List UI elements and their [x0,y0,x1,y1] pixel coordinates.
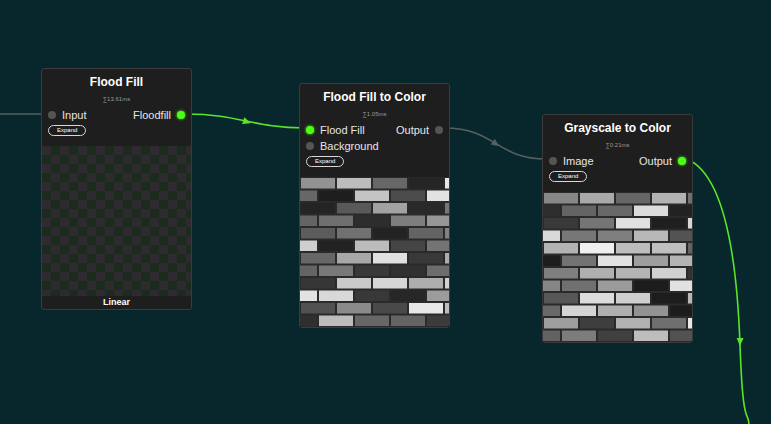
node-footer: Linear [42,296,191,309]
edge-arrow-icon [242,117,252,126]
node-title: Grayscale to Color [543,115,692,139]
node-title: Flood Fill to Color [300,84,449,108]
node-canvas[interactable]: Flood Fill∑13.61msInputFloodfillExpandLi… [0,0,771,424]
port-row: Flood Fill Output [300,122,449,138]
input-port-icon[interactable] [306,126,314,134]
checker-preview [42,146,191,296]
output-label: Output [396,124,429,136]
input-port-icon[interactable] [549,157,557,165]
edge[interactable] [444,128,547,159]
input-label: Flood Fill [320,124,365,136]
node-preview [42,146,191,296]
graph-node[interactable]: Flood Fill∑13.61ms Input Floodfill Expand Li… [41,68,192,310]
node-timing: ∑0.21ms [543,139,692,151]
port-row: Input Floodfill [42,107,191,123]
node-timing: ∑1.05ms [300,108,449,120]
output-label: Output [639,155,672,167]
port-row: Background [300,138,449,154]
expand-button[interactable]: Expand [306,156,344,167]
node-preview [300,177,449,327]
brick-preview [543,192,692,342]
input-label: Background [320,140,379,152]
output-port-icon[interactable] [678,157,686,165]
node-preview [543,192,692,342]
graph-node[interactable]: Flood Fill to Color∑1.05ms Flood Fill Outp… [299,83,450,328]
node-title: Flood Fill [42,69,191,93]
expand-button[interactable]: Expand [549,171,587,182]
input-port-icon[interactable] [306,142,314,150]
output-port-icon[interactable] [435,126,443,134]
edge-arrow-icon [491,139,502,149]
brick-preview [300,177,449,327]
edge[interactable] [687,159,749,424]
expand-button[interactable]: Expand [48,125,86,136]
input-port-icon[interactable] [48,111,56,119]
graph-node[interactable]: Grayscale to Color∑0.21ms Image Output Expa… [542,114,693,343]
port-row: Image Output [543,153,692,169]
input-label: Image [563,155,594,167]
node-timing: ∑13.61ms [42,93,191,105]
output-label: Floodfill [133,109,171,121]
edge[interactable] [186,114,305,128]
output-port-icon[interactable] [177,111,185,119]
input-label: Input [62,109,86,121]
edge[interactable] [0,113,47,115]
edge-arrow-icon [736,338,743,346]
